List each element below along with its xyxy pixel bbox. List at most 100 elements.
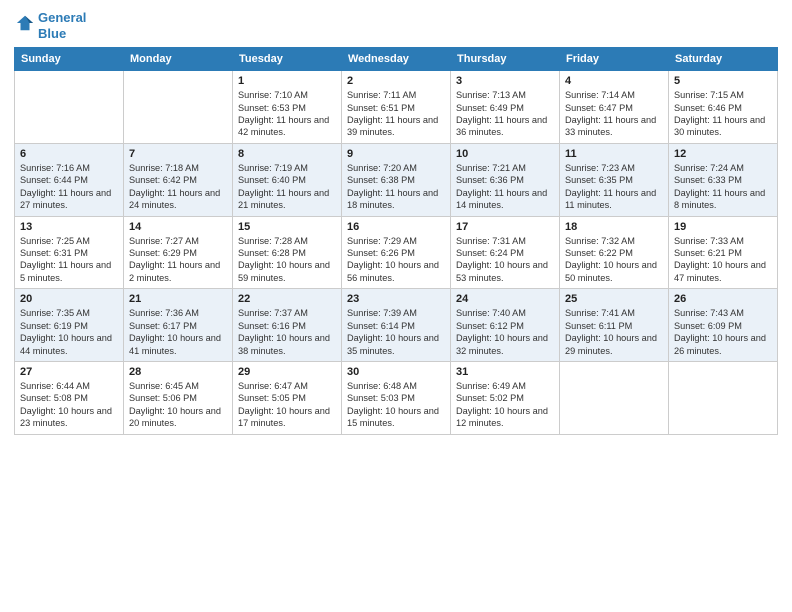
day-info: Sunrise: 6:48 AM Sunset: 5:03 PM Dayligh… xyxy=(347,380,445,430)
calendar-cell xyxy=(124,71,233,144)
calendar-cell: 24 Sunrise: 7:40 AM Sunset: 6:12 PM Dayli… xyxy=(451,289,560,362)
day-number: 24 xyxy=(456,293,554,305)
day-info: Sunrise: 7:25 AM Sunset: 6:31 PM Dayligh… xyxy=(20,235,118,285)
day-info: Sunrise: 7:18 AM Sunset: 6:42 PM Dayligh… xyxy=(129,162,227,212)
calendar-cell: 18 Sunrise: 7:32 AM Sunset: 6:22 PM Dayli… xyxy=(560,216,669,289)
logo-icon xyxy=(16,14,34,32)
day-number: 15 xyxy=(238,221,336,233)
day-number: 13 xyxy=(20,221,118,233)
header: General Blue xyxy=(14,10,778,41)
day-number: 2 xyxy=(347,75,445,87)
calendar-table: SundayMondayTuesdayWednesdayThursdayFrid… xyxy=(14,47,778,434)
day-number: 26 xyxy=(674,293,772,305)
day-info: Sunrise: 7:28 AM Sunset: 6:28 PM Dayligh… xyxy=(238,235,336,285)
calendar-cell: 25Sunrise: 7:41 AM Sunset: 6:11 PM Dayli… xyxy=(560,289,669,362)
calendar-week-row: 1 Sunrise: 7:10 AM Sunset: 6:53 PM Daylig… xyxy=(15,71,778,144)
calendar-week-row: 6 Sunrise: 7:16 AM Sunset: 6:44 PM Daylig… xyxy=(15,143,778,216)
logo-line1: General xyxy=(38,10,86,26)
day-number: 11 xyxy=(565,148,663,160)
day-number: 21 xyxy=(129,293,227,305)
calendar-cell: 31 Sunrise: 6:49 AM Sunset: 5:02 PM Dayli… xyxy=(451,361,560,434)
day-info: Sunrise: 7:13 AM Sunset: 6:49 PM Dayligh… xyxy=(456,89,554,139)
day-number: 12 xyxy=(674,148,772,160)
day-number: 8 xyxy=(238,148,336,160)
col-header-saturday: Saturday xyxy=(669,48,778,71)
day-number: 19 xyxy=(674,221,772,233)
calendar-cell: 11Sunrise: 7:23 AM Sunset: 6:35 PM Dayli… xyxy=(560,143,669,216)
calendar-cell: 26 Sunrise: 7:43 AM Sunset: 6:09 PM Dayli… xyxy=(669,289,778,362)
calendar-cell: 10 Sunrise: 7:21 AM Sunset: 6:36 PM Dayli… xyxy=(451,143,560,216)
col-header-sunday: Sunday xyxy=(15,48,124,71)
calendar-week-row: 13 Sunrise: 7:25 AM Sunset: 6:31 PM Dayli… xyxy=(15,216,778,289)
day-info: Sunrise: 7:36 AM Sunset: 6:17 PM Dayligh… xyxy=(129,307,227,357)
day-number: 20 xyxy=(20,293,118,305)
day-number: 30 xyxy=(347,366,445,378)
day-number: 17 xyxy=(456,221,554,233)
day-info: Sunrise: 6:45 AM Sunset: 5:06 PM Dayligh… xyxy=(129,380,227,430)
day-info: Sunrise: 7:21 AM Sunset: 6:36 PM Dayligh… xyxy=(456,162,554,212)
logo: General Blue xyxy=(14,10,86,41)
calendar-cell: 29 Sunrise: 6:47 AM Sunset: 5:05 PM Dayli… xyxy=(233,361,342,434)
day-info: Sunrise: 6:49 AM Sunset: 5:02 PM Dayligh… xyxy=(456,380,554,430)
calendar-cell: 7Sunrise: 7:18 AM Sunset: 6:42 PM Daylig… xyxy=(124,143,233,216)
day-info: Sunrise: 7:32 AM Sunset: 6:22 PM Dayligh… xyxy=(565,235,663,285)
day-number: 4 xyxy=(565,75,663,87)
day-number: 31 xyxy=(456,366,554,378)
calendar-cell xyxy=(560,361,669,434)
day-info: Sunrise: 7:16 AM Sunset: 6:44 PM Dayligh… xyxy=(20,162,118,212)
calendar-cell: 2 Sunrise: 7:11 AM Sunset: 6:51 PM Daylig… xyxy=(342,71,451,144)
day-info: Sunrise: 6:47 AM Sunset: 5:05 PM Dayligh… xyxy=(238,380,336,430)
calendar-cell: 16 Sunrise: 7:29 AM Sunset: 6:26 PM Dayli… xyxy=(342,216,451,289)
day-info: Sunrise: 7:39 AM Sunset: 6:14 PM Dayligh… xyxy=(347,307,445,357)
day-info: Sunrise: 7:14 AM Sunset: 6:47 PM Dayligh… xyxy=(565,89,663,139)
day-info: Sunrise: 7:27 AM Sunset: 6:29 PM Dayligh… xyxy=(129,235,227,285)
day-number: 9 xyxy=(347,148,445,160)
calendar-cell: 27Sunrise: 6:44 AM Sunset: 5:08 PM Dayli… xyxy=(15,361,124,434)
day-number: 16 xyxy=(347,221,445,233)
day-number: 5 xyxy=(674,75,772,87)
calendar-cell: 20 Sunrise: 7:35 AM Sunset: 6:19 PM Dayli… xyxy=(15,289,124,362)
day-info: Sunrise: 7:33 AM Sunset: 6:21 PM Dayligh… xyxy=(674,235,772,285)
day-number: 28 xyxy=(129,366,227,378)
page: General Blue SundayMondayTuesdayWednesda… xyxy=(0,0,792,612)
day-number: 18 xyxy=(565,221,663,233)
calendar-cell: 14Sunrise: 7:27 AM Sunset: 6:29 PM Dayli… xyxy=(124,216,233,289)
day-info: Sunrise: 7:43 AM Sunset: 6:09 PM Dayligh… xyxy=(674,307,772,357)
col-header-wednesday: Wednesday xyxy=(342,48,451,71)
col-header-thursday: Thursday xyxy=(451,48,560,71)
day-number: 3 xyxy=(456,75,554,87)
calendar-cell: 23Sunrise: 7:39 AM Sunset: 6:14 PM Dayli… xyxy=(342,289,451,362)
day-info: Sunrise: 7:19 AM Sunset: 6:40 PM Dayligh… xyxy=(238,162,336,212)
day-number: 29 xyxy=(238,366,336,378)
calendar-cell: 21 Sunrise: 7:36 AM Sunset: 6:17 PM Dayli… xyxy=(124,289,233,362)
day-info: Sunrise: 7:29 AM Sunset: 6:26 PM Dayligh… xyxy=(347,235,445,285)
day-number: 6 xyxy=(20,148,118,160)
calendar-cell xyxy=(15,71,124,144)
day-number: 1 xyxy=(238,75,336,87)
calendar-header-row: SundayMondayTuesdayWednesdayThursdayFrid… xyxy=(15,48,778,71)
day-info: Sunrise: 7:15 AM Sunset: 6:46 PM Dayligh… xyxy=(674,89,772,139)
day-number: 10 xyxy=(456,148,554,160)
calendar-cell: 13 Sunrise: 7:25 AM Sunset: 6:31 PM Dayli… xyxy=(15,216,124,289)
calendar-cell: 1 Sunrise: 7:10 AM Sunset: 6:53 PM Daylig… xyxy=(233,71,342,144)
day-info: Sunrise: 7:35 AM Sunset: 6:19 PM Dayligh… xyxy=(20,307,118,357)
day-info: Sunrise: 7:11 AM Sunset: 6:51 PM Dayligh… xyxy=(347,89,445,139)
day-info: Sunrise: 7:10 AM Sunset: 6:53 PM Dayligh… xyxy=(238,89,336,139)
calendar-cell: 6 Sunrise: 7:16 AM Sunset: 6:44 PM Daylig… xyxy=(15,143,124,216)
day-info: Sunrise: 7:24 AM Sunset: 6:33 PM Dayligh… xyxy=(674,162,772,212)
calendar-cell xyxy=(669,361,778,434)
calendar-cell: 4 Sunrise: 7:14 AM Sunset: 6:47 PM Daylig… xyxy=(560,71,669,144)
calendar-cell: 17Sunrise: 7:31 AM Sunset: 6:24 PM Dayli… xyxy=(451,216,560,289)
day-info: Sunrise: 7:40 AM Sunset: 6:12 PM Dayligh… xyxy=(456,307,554,357)
day-info: Sunrise: 7:41 AM Sunset: 6:11 PM Dayligh… xyxy=(565,307,663,357)
day-number: 27 xyxy=(20,366,118,378)
calendar-week-row: 20 Sunrise: 7:35 AM Sunset: 6:19 PM Dayli… xyxy=(15,289,778,362)
col-header-tuesday: Tuesday xyxy=(233,48,342,71)
calendar-cell: 28 Sunrise: 6:45 AM Sunset: 5:06 PM Dayli… xyxy=(124,361,233,434)
calendar-cell: 8 Sunrise: 7:19 AM Sunset: 6:40 PM Daylig… xyxy=(233,143,342,216)
calendar-cell: 3 Sunrise: 7:13 AM Sunset: 6:49 PM Daylig… xyxy=(451,71,560,144)
calendar-cell: 15 Sunrise: 7:28 AM Sunset: 6:28 PM Dayli… xyxy=(233,216,342,289)
calendar-cell: 22Sunrise: 7:37 AM Sunset: 6:16 PM Dayli… xyxy=(233,289,342,362)
calendar-week-row: 27Sunrise: 6:44 AM Sunset: 5:08 PM Dayli… xyxy=(15,361,778,434)
col-header-friday: Friday xyxy=(560,48,669,71)
